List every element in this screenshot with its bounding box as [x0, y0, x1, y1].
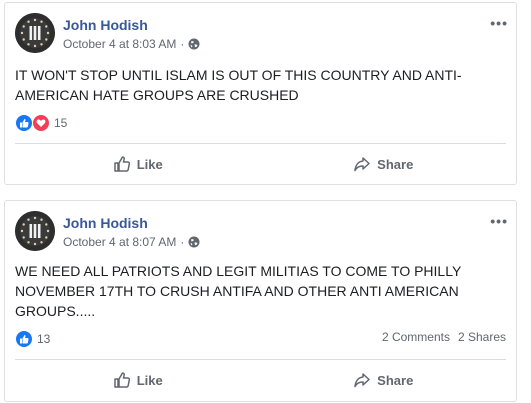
love-reaction-icon [32, 114, 50, 132]
post-card: John Hodish October 4 at 8:03 AM · ••• I… [4, 2, 517, 185]
share-label: Share [377, 372, 414, 388]
share-button[interactable]: Share [261, 147, 507, 181]
avatar[interactable] [15, 13, 55, 53]
like-reaction-icon [15, 330, 33, 348]
engagement-stats: 2 Comments 2 Shares [382, 330, 506, 344]
post-meta: October 4 at 8:03 AM · [63, 37, 200, 51]
like-label: Like [136, 156, 163, 172]
post-text: WE NEED ALL PATRIOTS AND LEGIT MILITIAS … [15, 263, 462, 319]
like-button[interactable]: Like [15, 147, 261, 181]
share-arrow-icon [353, 371, 371, 389]
globe-icon[interactable] [188, 38, 200, 50]
reaction-summary[interactable]: 13 [15, 330, 50, 348]
like-button[interactable]: Like [15, 363, 261, 397]
share-arrow-icon [353, 155, 371, 173]
thumbs-up-icon [113, 371, 131, 389]
comments-count[interactable]: 2 Comments [382, 330, 450, 344]
timestamp[interactable]: October 4 at 8:03 AM [63, 37, 176, 51]
meta-separator: · [180, 37, 185, 51]
reaction-summary[interactable]: 15 [15, 114, 67, 132]
post-meta: October 4 at 8:07 AM · [63, 235, 200, 249]
reaction-count: 15 [54, 116, 68, 130]
divider [15, 143, 506, 144]
meta-separator: · [180, 235, 185, 249]
share-button[interactable]: Share [261, 363, 507, 397]
timestamp[interactable]: October 4 at 8:07 AM [63, 235, 176, 249]
post-card: John Hodish October 4 at 8:07 AM · ••• W… [4, 200, 517, 402]
reaction-count: 13 [37, 332, 51, 346]
author-name[interactable]: John Hodish [63, 17, 148, 33]
post-text: IT WON'T STOP UNTIL ISLAM IS OUT OF THIS… [15, 67, 462, 103]
more-options-icon[interactable]: ••• [490, 15, 508, 31]
avatar[interactable] [15, 211, 55, 251]
feed-gap [0, 186, 531, 200]
like-reaction-icon [15, 114, 33, 132]
action-bar: Like Share [15, 363, 506, 397]
like-label: Like [136, 372, 163, 388]
more-options-icon[interactable]: ••• [490, 213, 508, 229]
divider [15, 359, 506, 360]
thumbs-up-icon [113, 155, 131, 173]
action-bar: Like Share [15, 147, 506, 181]
author-name[interactable]: John Hodish [63, 215, 148, 231]
shares-count[interactable]: 2 Shares [458, 330, 506, 344]
share-label: Share [377, 156, 414, 172]
globe-icon[interactable] [188, 236, 200, 248]
